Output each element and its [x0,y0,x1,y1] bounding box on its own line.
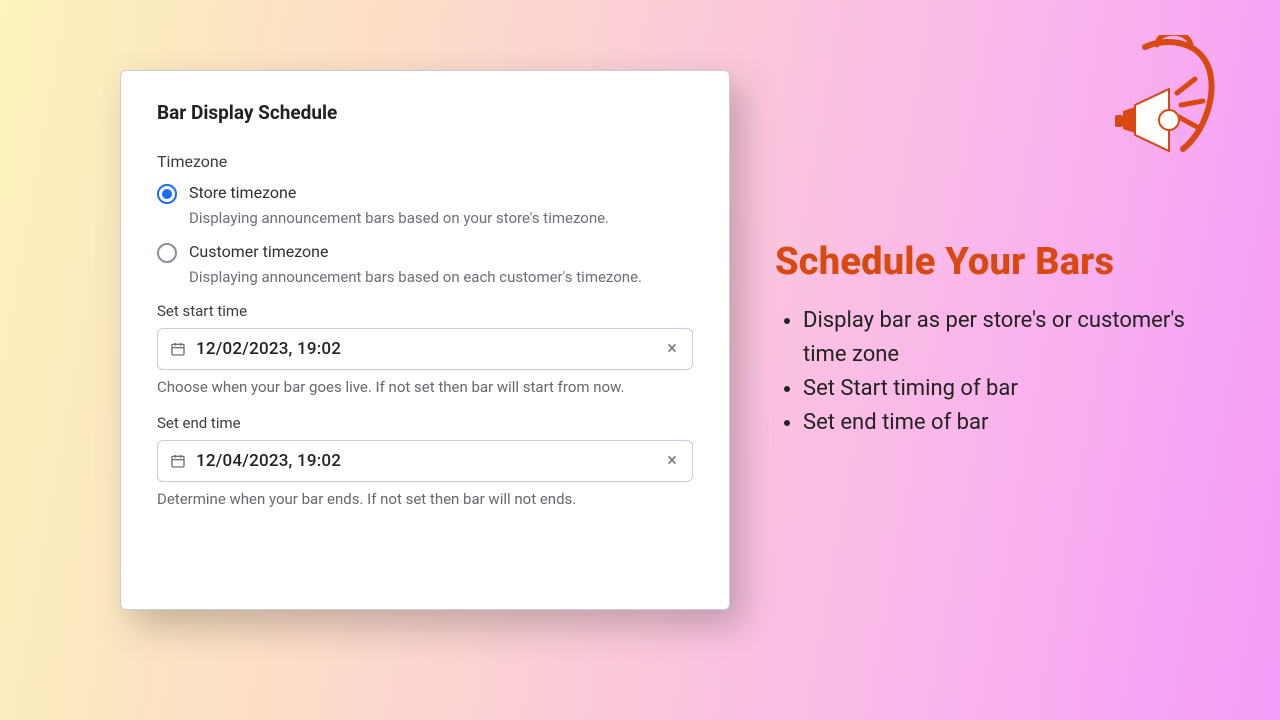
start-time-input[interactable]: 12/02/2023, 19:02 × [157,328,693,370]
app-logo [1105,35,1225,155]
end-time-block: Set end time 12/04/2023, 19:02 × Determi… [157,414,693,508]
promo-list: Display bar as per store's or customer's… [775,304,1215,440]
timezone-label: Timezone [157,152,693,171]
start-time-label: Set start time [157,302,693,320]
start-time-block: Set start time 12/02/2023, 19:02 × Choos… [157,302,693,396]
promo-bullet: Display bar as per store's or customer's… [803,304,1215,372]
start-time-value: 12/02/2023, 19:02 [196,339,652,359]
end-time-input[interactable]: 12/04/2023, 19:02 × [157,440,693,482]
close-icon: × [667,340,677,358]
settings-card-shadow: Bar Display Schedule Timezone Store time… [120,70,730,610]
timezone-option-desc: Displaying announcement bars based on ea… [189,267,669,287]
timezone-option-customer[interactable]: Customer timezone [157,242,693,263]
promo-block: Schedule Your Bars Display bar as per st… [775,240,1215,440]
stage: Schedule Your Bars Display bar as per st… [0,0,1280,720]
calendar-icon [170,453,186,469]
timezone-option-label: Store timezone [189,183,296,202]
calendar-icon [170,341,186,357]
end-time-value: 12/04/2023, 19:02 [196,451,652,471]
timezone-option-store[interactable]: Store timezone [157,183,693,204]
end-time-help: Determine when your bar ends. If not set… [157,490,693,508]
promo-bullet: Set end time of bar [803,406,1215,440]
timezone-option-label: Customer timezone [189,242,329,261]
promo-heading: Schedule Your Bars [775,240,1215,284]
clear-start-button[interactable]: × [662,339,682,359]
close-icon: × [667,452,677,470]
promo-bullet: Set Start timing of bar [803,372,1215,406]
radio-icon [157,243,177,263]
clear-end-button[interactable]: × [662,451,682,471]
start-time-help: Choose when your bar goes live. If not s… [157,378,693,396]
settings-card: Bar Display Schedule Timezone Store time… [120,70,730,610]
timezone-option-desc: Displaying announcement bars based on yo… [189,208,669,228]
end-time-label: Set end time [157,414,693,432]
radio-icon [157,184,177,204]
card-title: Bar Display Schedule [157,101,693,124]
